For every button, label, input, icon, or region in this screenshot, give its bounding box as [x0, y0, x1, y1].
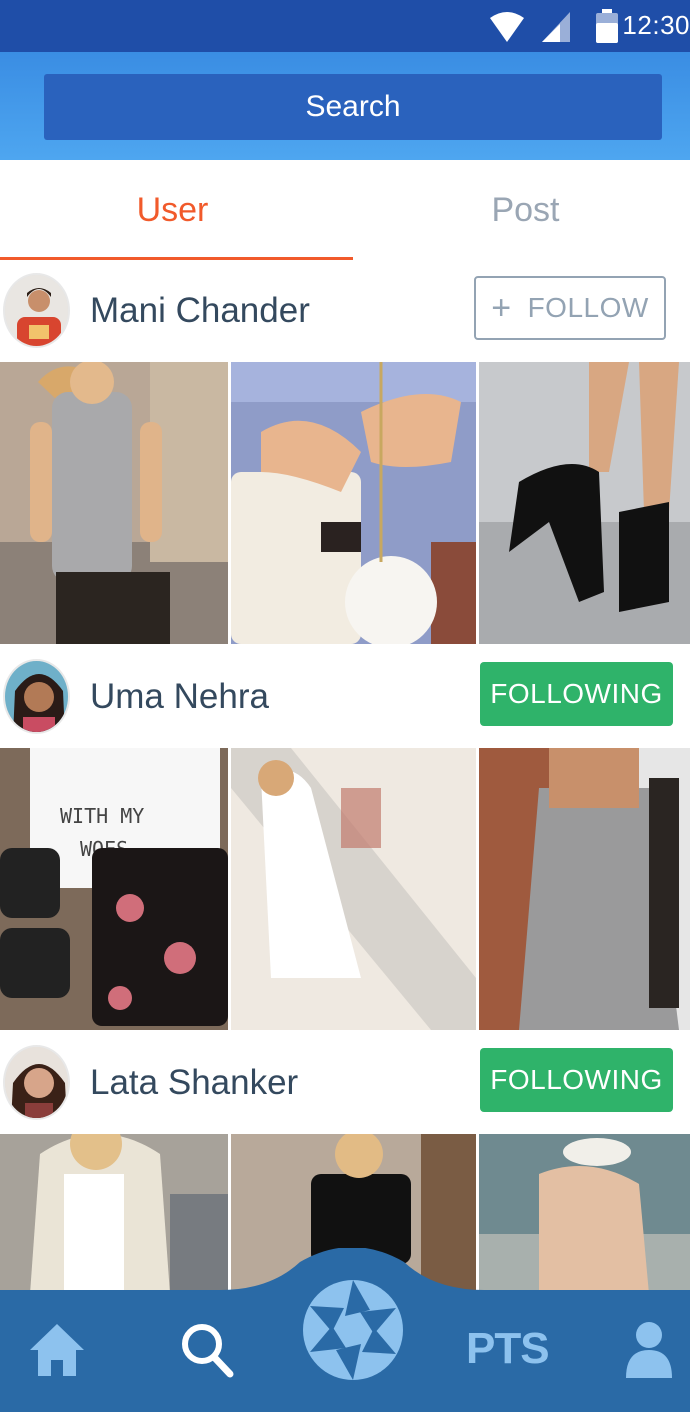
post-thumbnail[interactable] [479, 362, 690, 644]
tab-user[interactable]: User [0, 160, 345, 260]
user-name[interactable]: Mani Chander [90, 260, 310, 362]
user-name[interactable]: Lata Shanker [90, 1032, 298, 1134]
user-name[interactable]: Uma Nehra [90, 646, 269, 748]
search-icon[interactable] [180, 1322, 234, 1378]
home-icon[interactable] [30, 1322, 84, 1378]
profile-icon[interactable] [626, 1320, 672, 1378]
tab-post-label: Post [491, 190, 560, 229]
search-input[interactable]: Search [44, 74, 662, 140]
plus-icon: + [491, 288, 512, 327]
user-row-uma-nehra[interactable]: Uma Nehra FOLLOWING [0, 646, 690, 748]
following-button[interactable]: FOLLOWING [480, 1048, 673, 1112]
user-photo-grid: WITH MY WOES [0, 748, 690, 1030]
status-time: 12:30 [622, 10, 690, 40]
post-thumbnail[interactable]: WITH MY WOES [0, 748, 228, 1030]
avatar[interactable] [3, 1045, 70, 1120]
user-photo-grid [0, 362, 690, 644]
post-thumbnail[interactable] [479, 748, 690, 1030]
tab-user-label: User [136, 190, 209, 229]
following-button-label: FOLLOWING [490, 678, 663, 709]
status-bar: 12:30 [0, 0, 690, 52]
search-label: Search [305, 90, 401, 123]
battery-icon [596, 9, 618, 43]
user-row-mani-chander[interactable]: Mani Chander + FOLLOW [0, 260, 690, 362]
post-thumbnail[interactable] [231, 362, 476, 644]
camera-shutter-icon[interactable] [300, 1270, 406, 1392]
avatar[interactable] [3, 659, 70, 734]
following-button-label: FOLLOWING [490, 1064, 663, 1095]
tab-bar: User Post [0, 160, 690, 262]
svg-text:WITH MY: WITH MY [60, 804, 144, 828]
search-header: Search [0, 52, 690, 160]
post-thumbnail[interactable] [0, 362, 228, 644]
avatar[interactable] [3, 273, 70, 348]
tab-post[interactable]: Post [353, 160, 690, 260]
user-row-lata-shanker[interactable]: Lata Shanker FOLLOWING [0, 1032, 690, 1134]
post-thumbnail[interactable] [231, 748, 476, 1030]
follow-button[interactable]: + FOLLOW [474, 276, 666, 340]
following-button[interactable]: FOLLOWING [480, 662, 673, 726]
follow-button-label: FOLLOW [527, 292, 649, 323]
wifi-icon [490, 12, 524, 42]
pts-button[interactable]: PTS [466, 1324, 550, 1374]
signal-icon [542, 12, 570, 42]
